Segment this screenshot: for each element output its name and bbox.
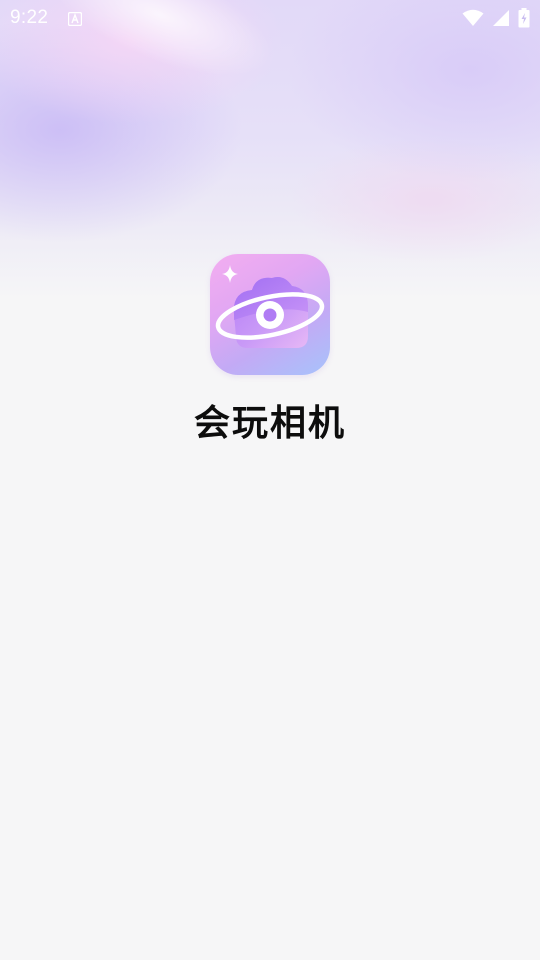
battery-icon xyxy=(518,8,530,28)
signal-icon xyxy=(492,9,510,27)
wifi-icon xyxy=(462,9,484,27)
status-icons xyxy=(462,8,530,28)
app-logo-icon xyxy=(210,254,330,375)
app-name-title: 会玩相机 xyxy=(193,403,346,444)
a-notification-icon xyxy=(67,11,83,27)
status-time: 9:22 xyxy=(10,7,49,28)
status-bar: 9:22 xyxy=(0,0,540,36)
splash-screen: 9:22 会玩相机 xyxy=(0,0,540,960)
